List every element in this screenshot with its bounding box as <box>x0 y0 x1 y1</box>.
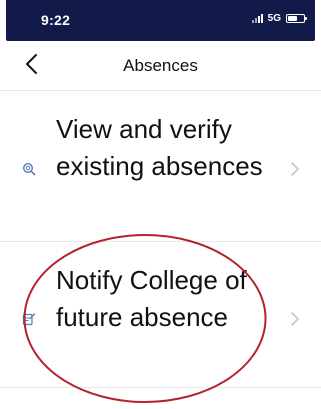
chevron-right-icon <box>291 162 299 176</box>
battery-icon <box>286 14 307 23</box>
list-item-view-verify-absences[interactable]: View and verify existing absences <box>0 92 321 242</box>
list-item-notify-future-absence[interactable]: Notify College of future absence <box>0 243 321 388</box>
status-indicators: 5G <box>251 13 307 24</box>
status-bar: 9:22 5G <box>6 0 315 41</box>
list-item-label: Notify College of future absence <box>56 265 247 332</box>
navigation-bar: Absences <box>0 41 321 91</box>
chevron-right-icon <box>291 312 299 326</box>
verify-search-icon <box>22 162 36 176</box>
signal-icon <box>251 14 263 23</box>
absences-screen: 9:22 5G Absences View and verify existin… <box>0 0 321 409</box>
network-label: 5G <box>267 13 281 24</box>
list-item-label: View and verify existing absences <box>56 114 263 181</box>
status-time: 9:22 <box>41 12 71 28</box>
page-title: Absences <box>123 56 198 75</box>
edit-note-icon <box>22 313 36 326</box>
